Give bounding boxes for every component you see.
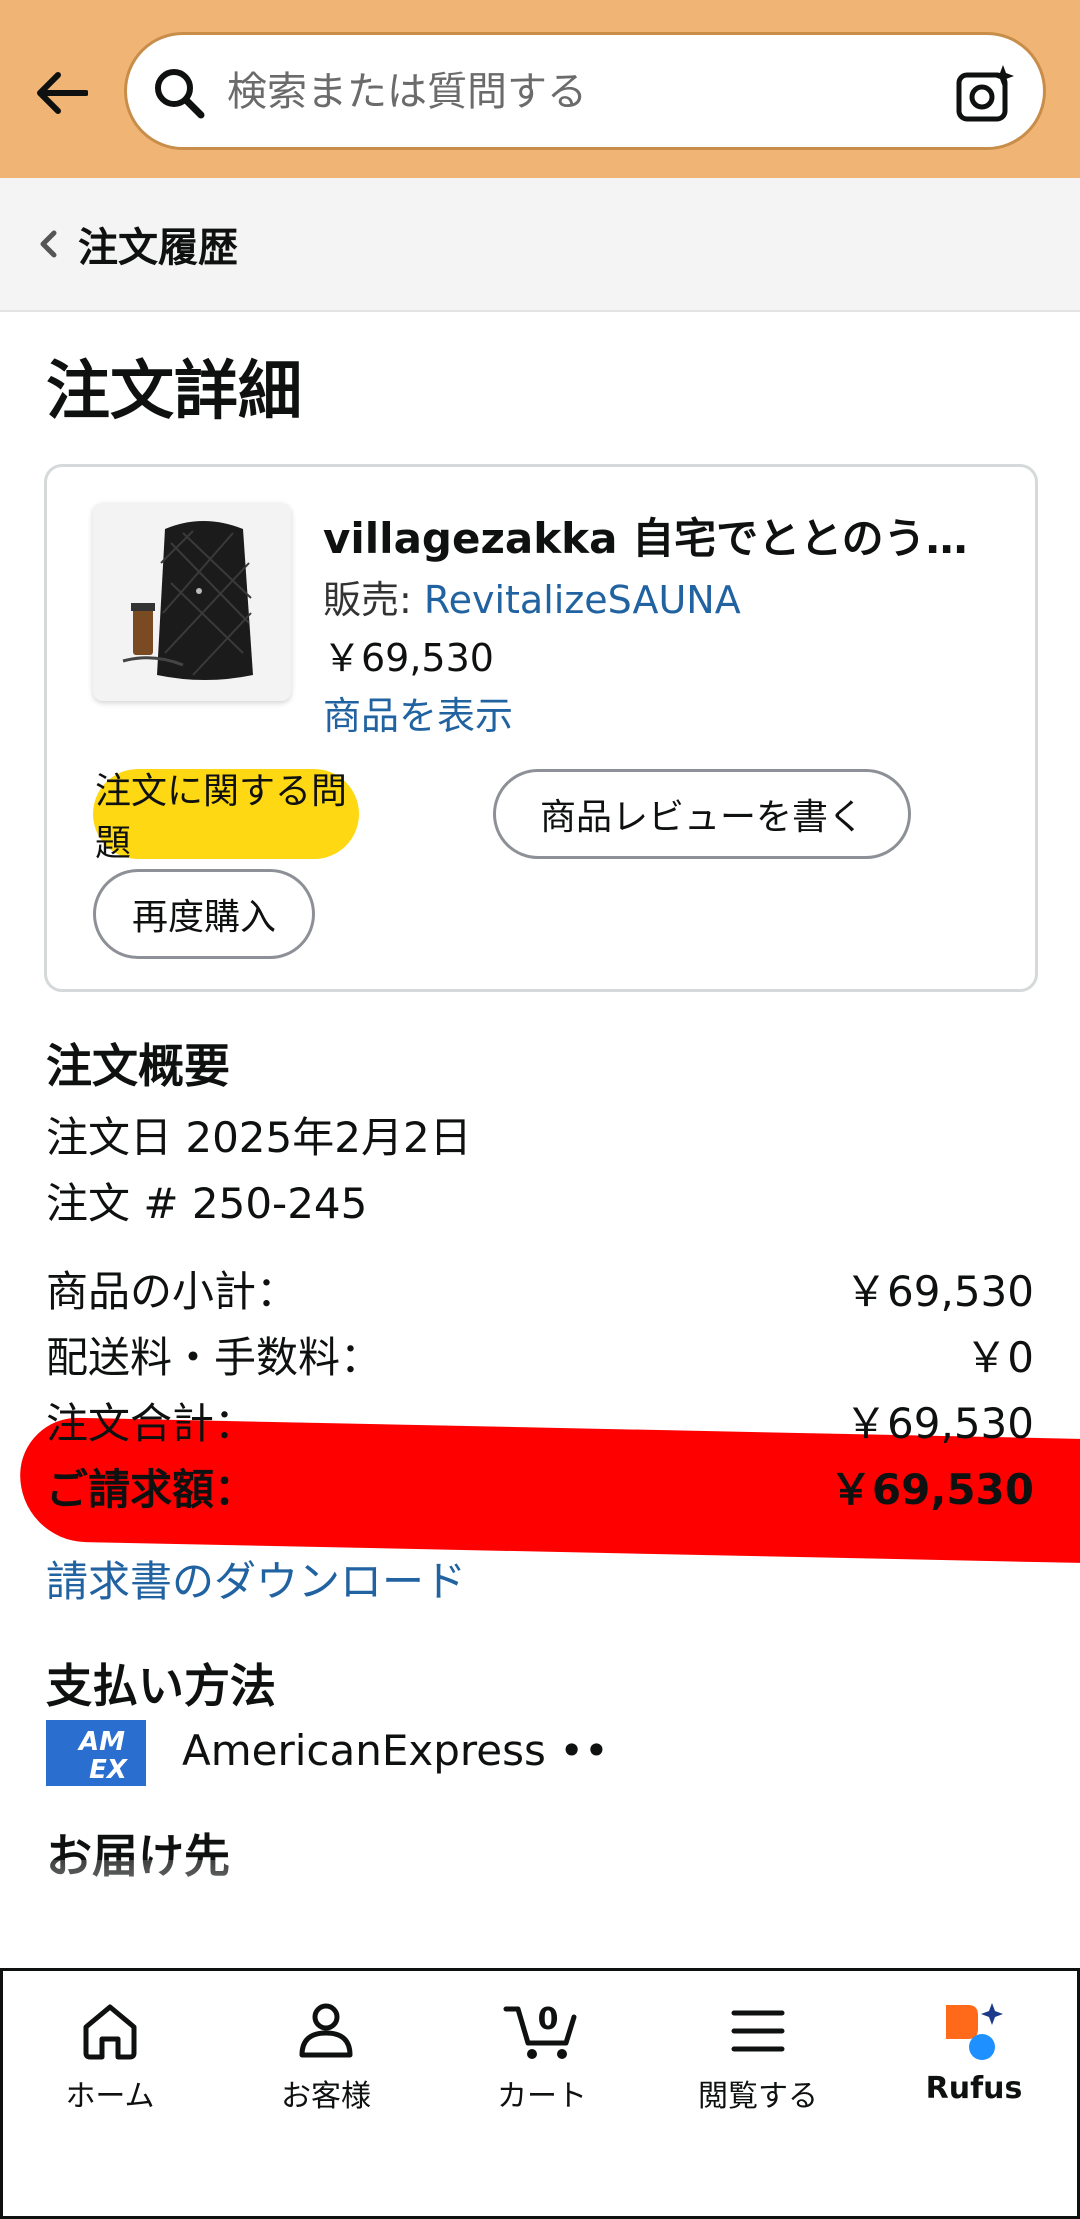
- back-arrow-icon: [37, 72, 88, 114]
- chevron-left-icon: [40, 230, 57, 258]
- seller-prefix: 販売:: [323, 578, 424, 622]
- order-date: 注文日 2025年2月2日: [46, 1113, 472, 1162]
- shipping-fee-label: 配送料・手数料：: [46, 1333, 383, 1382]
- page-title: 注文詳細: [46, 355, 302, 429]
- nav-account-label: お客様: [281, 2079, 371, 2114]
- rufus-icon: [946, 2003, 1003, 2060]
- amex-icon: AM EX: [46, 1720, 146, 1786]
- order-summary-title: 注文概要: [46, 1039, 230, 1093]
- amex-card-logo: AM EX: [46, 1720, 146, 1786]
- svg-text:AM: AM: [77, 1727, 125, 1757]
- breadcrumb-order-history[interactable]: 注文履歴: [78, 215, 238, 273]
- svg-text:EX: EX: [89, 1755, 129, 1785]
- cart-icon: 0: [503, 2002, 577, 2059]
- order-issue-button[interactable]: 注文に関する問題: [93, 769, 359, 864]
- nav-cart-label: カート: [497, 2079, 587, 2114]
- order-total-value: ￥69,530: [845, 1399, 1034, 1448]
- order-item-card: villagezakka 自宅でととのう… 販売: RevitalizeSAUN…: [44, 464, 1038, 992]
- nav-account[interactable]: お客様: [236, 2001, 416, 2121]
- nav-browse-label: 閲覧する: [698, 2079, 818, 2114]
- product-title[interactable]: villagezakka 自宅でととのう…: [323, 505, 1003, 566]
- billed-amount-label: ご請求額：: [46, 1465, 257, 1514]
- product-image[interactable]: [93, 503, 291, 701]
- top-header: [0, 0, 1080, 178]
- order-total-row: 注文合計： ￥69,530: [46, 1390, 1034, 1450]
- sauna-tent-image: [93, 503, 291, 701]
- camera-sparkle-icon[interactable]: [955, 63, 1017, 125]
- account-icon: [299, 2003, 353, 2058]
- shipping-fee-value: ￥0: [965, 1333, 1034, 1382]
- nav-cart[interactable]: 0 カート: [452, 2001, 632, 2121]
- home-icon: [83, 2004, 137, 2060]
- nav-home[interactable]: ホーム: [20, 2001, 200, 2121]
- seller-link[interactable]: RevitalizeSAUNA: [424, 578, 741, 622]
- order-total-label: 注文合計：: [46, 1399, 257, 1448]
- breadcrumb[interactable]: 注文履歴: [0, 178, 1080, 312]
- back-button[interactable]: [30, 62, 92, 124]
- write-review-button[interactable]: 商品レビューを書く: [493, 769, 911, 859]
- payment-method-title: 支払い方法: [46, 1659, 276, 1713]
- product-price: ￥69,530: [323, 636, 494, 680]
- view-product-link[interactable]: 商品を表示: [323, 685, 513, 740]
- search-input[interactable]: [227, 55, 867, 129]
- shipping-fee-row: 配送料・手数料： ￥0: [46, 1324, 1034, 1384]
- billed-amount-value: ￥69,530: [829, 1465, 1034, 1514]
- subtotal-value: ￥69,530: [845, 1267, 1034, 1316]
- cart-count: 0: [538, 2002, 559, 2037]
- payment-card-text: AmericanExpress ••: [182, 1726, 609, 1775]
- nav-rufus-label: Rufus: [925, 2071, 1023, 2106]
- menu-icon: [731, 2010, 785, 2052]
- search-bar[interactable]: [124, 32, 1046, 150]
- subtotal-label: 商品の小計：: [46, 1267, 299, 1316]
- subtotal-row: 商品の小計： ￥69,530: [46, 1258, 1034, 1318]
- billed-amount-row: ご請求額： ￥69,530: [46, 1456, 1034, 1516]
- seller-line: 販売: RevitalizeSAUNA: [323, 569, 741, 624]
- order-number: 注文 # 250-245: [46, 1179, 368, 1228]
- search-icon: [155, 69, 205, 119]
- nav-browse[interactable]: 閲覧する: [668, 2001, 848, 2121]
- content-fade: [0, 1860, 1080, 1970]
- nav-home-label: ホーム: [65, 2079, 155, 2114]
- nav-rufus[interactable]: Rufus: [884, 2001, 1064, 2121]
- bottom-navigation: ホーム お客様 0 カート 閲覧する Rufus: [0, 1968, 1080, 2219]
- invoice-download-link[interactable]: 請求書のダウンロード: [46, 1548, 466, 1609]
- buy-again-button[interactable]: 再度購入: [93, 869, 315, 959]
